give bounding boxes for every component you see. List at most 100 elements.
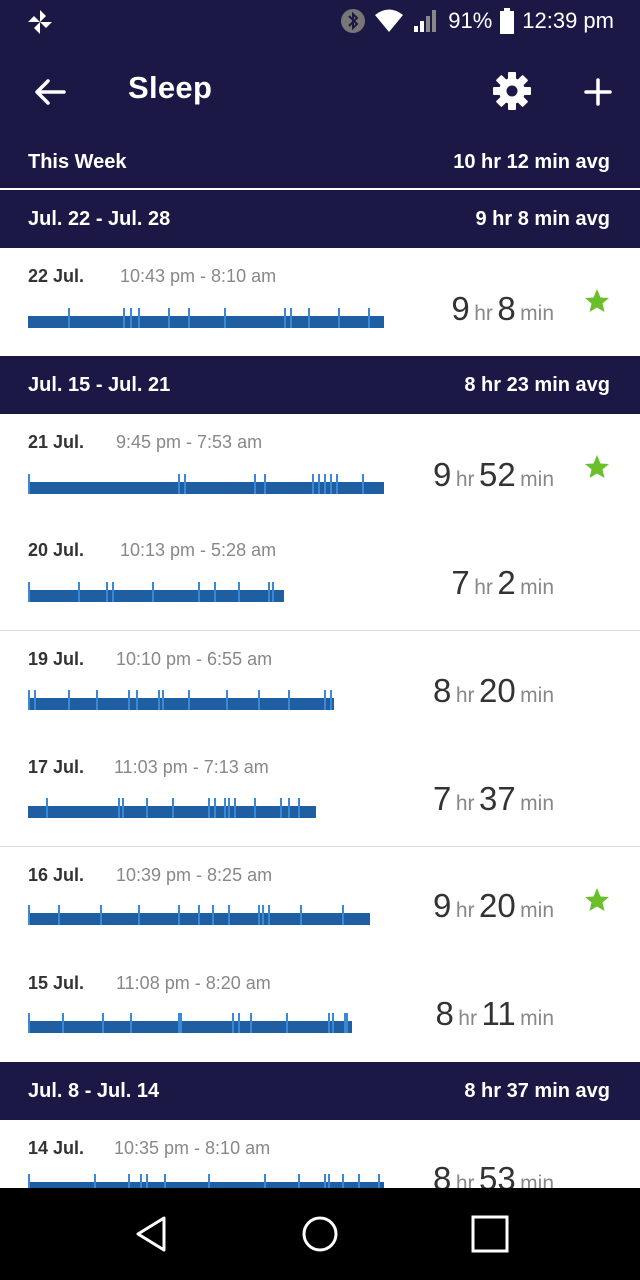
sleep-stage-tick — [208, 798, 210, 818]
sleep-stage-tick — [330, 474, 332, 494]
sleep-stage-tick — [128, 690, 130, 710]
entry-time-range: 10:10 pm - 6:55 am — [116, 649, 273, 669]
sleep-entry[interactable]: 19 Jul. 10:10 pm - 6:55 am 8 hr 20 min — [0, 631, 640, 739]
back-triangle-icon[interactable] — [130, 1212, 174, 1256]
entry-date: 16 Jul. — [28, 865, 85, 885]
gear-icon[interactable] — [491, 70, 533, 112]
sleep-stage-tick — [254, 798, 256, 818]
sleep-stage-tick — [280, 798, 282, 818]
sleep-stage-tick — [146, 1174, 148, 1188]
sleep-entry[interactable]: 20 Jul. 10:13 pm - 5:28 am 7 hr 2 min — [0, 522, 640, 630]
sleep-stage-bar — [28, 474, 384, 494]
sleep-stage-tick — [140, 1174, 142, 1188]
sleep-stage-tick — [264, 474, 266, 494]
sleep-stage-tick — [258, 690, 260, 710]
sleep-stage-tick — [358, 1174, 360, 1188]
sleep-stage-tick — [378, 1174, 380, 1188]
sleep-stage-tick — [224, 308, 226, 328]
sleep-entry[interactable]: 22 Jul. 10:43 pm - 8:10 am 9 hr 8 min — [0, 248, 640, 356]
entry-time-range: 10:43 pm - 8:10 am — [120, 266, 277, 286]
sleep-stage-tick — [284, 308, 286, 328]
week-header[interactable]: Jul. 15 - Jul. 21 8 hr 23 min avg — [0, 356, 640, 414]
sleep-stage-tick — [362, 474, 364, 494]
sleep-stage-tick — [172, 798, 174, 818]
sleep-entry[interactable]: 14 Jul. 10:35 pm - 8:10 am 8 hr 53 min — [0, 1120, 640, 1188]
sleep-stage-tick — [318, 474, 320, 494]
week-range: Jul. 22 - Jul. 28 — [28, 208, 171, 230]
week-header[interactable]: Jul. 22 - Jul. 28 9 hr 8 min avg — [0, 190, 640, 248]
entry-date: 19 Jul. — [28, 649, 85, 669]
back-arrow-icon[interactable] — [30, 72, 70, 112]
recents-square-icon[interactable] — [468, 1212, 512, 1256]
sleep-stage-tick — [130, 1013, 132, 1033]
sleep-stage-tick — [214, 798, 216, 818]
sleep-stage-tick — [46, 798, 48, 818]
sleep-stage-bar — [28, 905, 370, 925]
plus-icon[interactable] — [578, 72, 618, 112]
sleep-stage-tick — [164, 1174, 166, 1188]
status-bar: 91% 12:39 pm — [0, 0, 640, 42]
sleep-stage-tick — [184, 474, 186, 494]
sleep-stage-tick — [324, 690, 326, 710]
sleep-stage-tick — [332, 1013, 334, 1033]
sleep-stage-tick — [78, 582, 80, 602]
sleep-stage-tick — [118, 798, 120, 818]
sleep-stage-tick — [188, 690, 190, 710]
entry-date: 17 Jul. — [28, 757, 85, 777]
sleep-stage-tick — [342, 1174, 344, 1188]
sleep-stage-tick — [94, 1174, 96, 1188]
sleep-stage-tick — [308, 308, 310, 328]
sleep-entry[interactable]: 15 Jul. 11:08 pm - 8:20 am 8 hr 11 min — [0, 955, 640, 1062]
sleep-stage-tick — [122, 798, 124, 818]
sleep-entry[interactable]: 21 Jul. 9:45 pm - 7:53 am 9 hr 52 min — [0, 414, 640, 522]
sleep-entry[interactable]: 16 Jul. 10:39 pm - 8:25 am 9 hr 20 min — [0, 847, 640, 955]
sleep-stage-tick — [254, 474, 256, 494]
sleep-stage-tick — [146, 798, 148, 818]
status-icons: 91% 12:39 pm — [340, 6, 614, 36]
sleep-stage-tick — [226, 690, 228, 710]
sleep-stage-tick — [228, 798, 230, 818]
sleep-stage-tick — [102, 1013, 104, 1033]
entry-duration: 7 hr 2 min — [451, 564, 554, 601]
sleep-stage-bar — [28, 690, 334, 710]
sleep-stage-tick — [178, 905, 180, 925]
sleep-stage-tick — [123, 308, 125, 328]
sleep-stage-tick — [158, 690, 160, 710]
bluetooth-icon — [341, 9, 366, 33]
battery-icon — [500, 8, 515, 34]
sleep-stage-bar — [28, 1013, 352, 1033]
entry-time-range: 11:08 pm - 8:20 am — [116, 973, 271, 993]
sleep-stage-tick — [130, 308, 132, 328]
entry-date: 15 Jul. — [28, 973, 85, 993]
sleep-stage-tick — [34, 690, 36, 710]
sleep-entry[interactable]: 17 Jul. 11:03 pm - 7:13 am 7 hr 37 min — [0, 739, 640, 846]
sleep-stage-tick — [62, 1013, 64, 1033]
sleep-stage-tick — [312, 474, 314, 494]
sleep-stage-tick — [58, 905, 60, 925]
sleep-stage-tick — [208, 1174, 210, 1188]
week-header[interactable]: Jul. 8 - Jul. 14 8 hr 37 min avg — [0, 1062, 640, 1120]
sleep-stage-tick — [250, 1013, 252, 1033]
entry-time-range: 11:03 pm - 7:13 am — [114, 757, 269, 777]
clock: 12:39 pm — [522, 8, 614, 33]
week-range: Jul. 15 - Jul. 21 — [28, 374, 171, 396]
sleep-stage-tick — [68, 690, 70, 710]
entry-duration: 9 hr 20 min — [433, 887, 554, 924]
sleep-stage-tick — [198, 582, 200, 602]
sleep-stage-tick — [168, 308, 170, 328]
entry-duration: 9 hr 52 min — [433, 456, 554, 493]
entry-duration: 8 hr 53 min — [433, 1160, 554, 1188]
sleep-stage-tick — [180, 1013, 182, 1033]
sleep-stage-tick — [336, 474, 338, 494]
system-nav-bar — [0, 1188, 640, 1280]
sleep-stage-tick — [112, 582, 114, 602]
home-circle-icon[interactable] — [298, 1212, 342, 1256]
this-week-avg: 10 hr 12 min avg — [453, 151, 610, 173]
sleep-stage-tick — [28, 690, 30, 710]
sleep-stage-tick — [28, 1174, 30, 1188]
sleep-stage-tick — [136, 690, 138, 710]
sleep-stage-tick — [338, 308, 340, 328]
sleep-stage-tick — [272, 582, 274, 602]
sleep-stage-tick — [28, 1013, 30, 1033]
sleep-stage-tick — [328, 1013, 330, 1033]
